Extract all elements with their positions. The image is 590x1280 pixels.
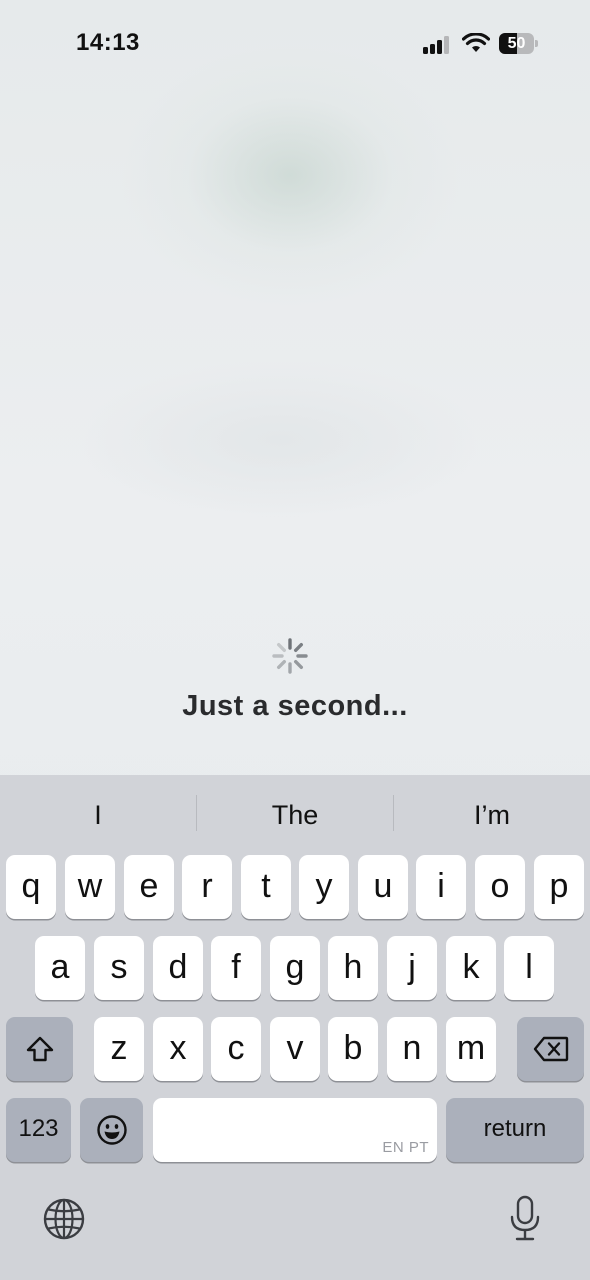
key-i[interactable]: i [416,855,466,919]
emoji-key[interactable] [80,1098,143,1162]
space-key[interactable]: EN PT [153,1098,437,1162]
key-s[interactable]: s [94,936,144,1000]
key-m[interactable]: m [446,1017,496,1081]
key-l[interactable]: l [504,936,554,1000]
key-a[interactable]: a [35,936,85,1000]
microphone-icon[interactable] [508,1195,542,1243]
suggestion-item[interactable]: I’m [394,795,590,835]
key-b[interactable]: b [328,1017,378,1081]
suggestion-bar: I The I’m [0,775,590,853]
loading-text: Just a second... [182,690,408,722]
key-w[interactable]: w [65,855,115,919]
key-p[interactable]: p [534,855,584,919]
screen-background: 14:13 50 Just a second... I The I’m q w … [0,0,590,1280]
return-key[interactable]: return [446,1098,584,1162]
wifi-icon [461,32,491,54]
emoji-icon [96,1115,127,1145]
key-o[interactable]: o [475,855,525,919]
key-h[interactable]: h [328,936,378,1000]
battery-percent: 50 [507,35,526,52]
suggestion-item[interactable]: I [0,795,196,835]
battery-icon: 50 [499,33,538,54]
loading-spinner-icon [271,637,309,675]
key-t[interactable]: t [241,855,291,919]
key-d[interactable]: d [153,936,203,1000]
language-indicator: EN PT [382,1139,429,1156]
key-c[interactable]: c [211,1017,261,1081]
suggestion-item[interactable]: The [197,795,393,835]
key-f[interactable]: f [211,936,261,1000]
numbers-key[interactable]: 123 [6,1098,71,1162]
delete-key[interactable] [517,1017,584,1081]
shift-icon [26,1036,53,1062]
status-time: 14:13 [76,29,140,56]
keyboard: I The I’m q w e r t y u i o p a s d f g … [0,775,590,1280]
globe-icon[interactable] [42,1197,86,1241]
key-u[interactable]: u [358,855,408,919]
key-q[interactable]: q [6,855,56,919]
status-bar: 14:13 50 [0,0,590,90]
key-r[interactable]: r [182,855,232,919]
key-y[interactable]: y [299,855,349,919]
key-n[interactable]: n [387,1017,437,1081]
key-g[interactable]: g [270,936,320,1000]
key-k[interactable]: k [446,936,496,1000]
cellular-signal-icon [423,36,451,54]
shift-key[interactable] [6,1017,73,1081]
key-x[interactable]: x [153,1017,203,1081]
key-e[interactable]: e [124,855,174,919]
delete-icon [533,1036,568,1062]
key-z[interactable]: z [94,1017,144,1081]
key-v[interactable]: v [270,1017,320,1081]
key-j[interactable]: j [387,936,437,1000]
